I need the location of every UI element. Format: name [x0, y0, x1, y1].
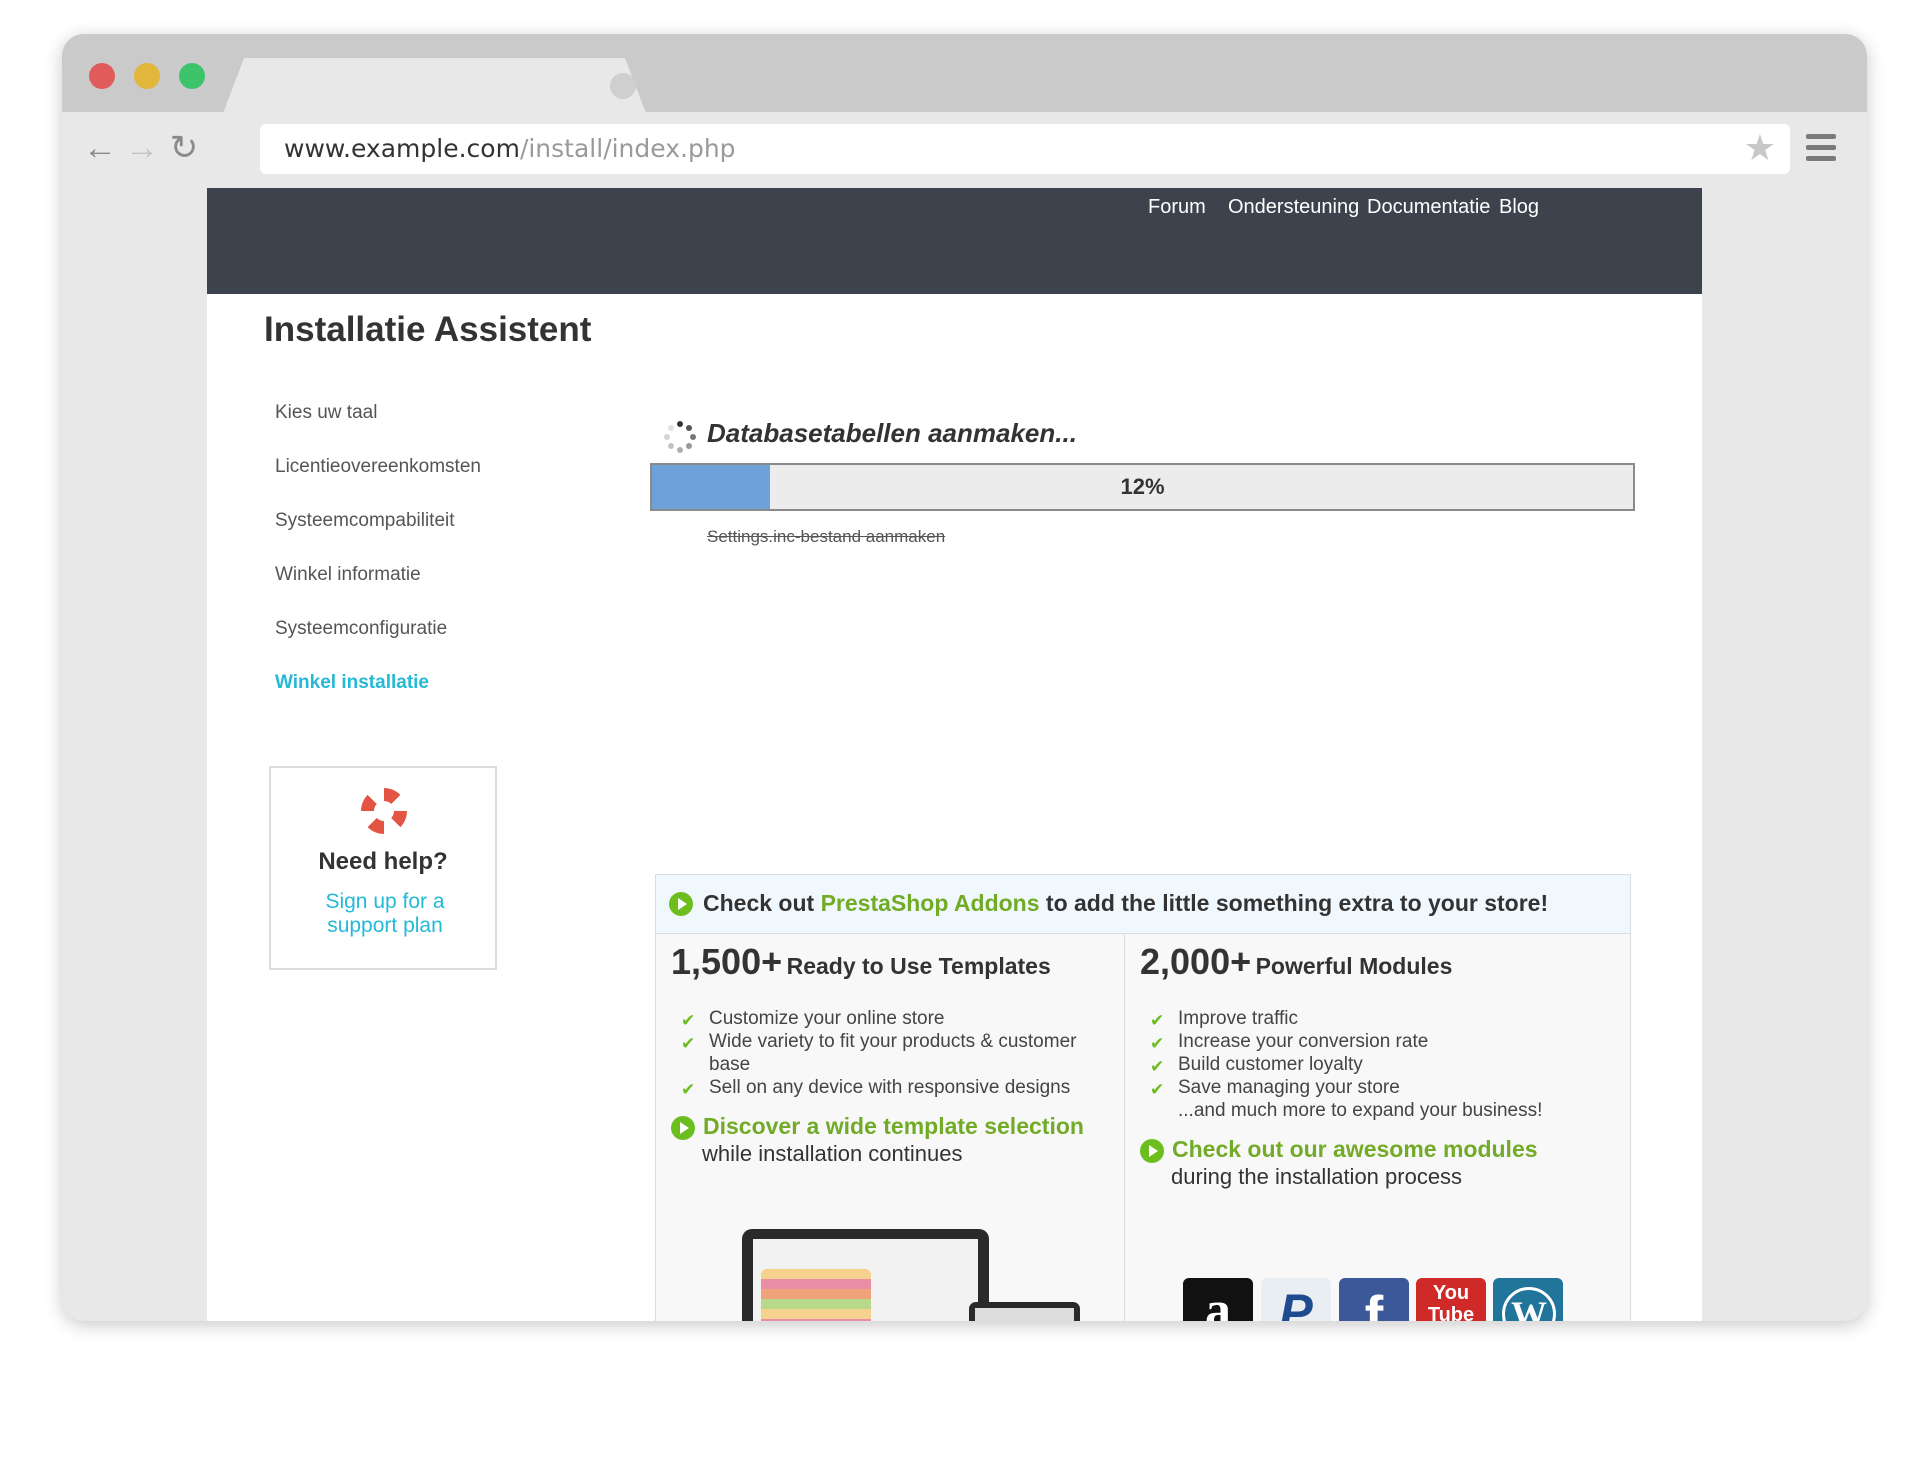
feature-text: Build customer loyalty — [1178, 1054, 1363, 1075]
facebook-icon: f — [1339, 1278, 1409, 1321]
modules-cta-sub: during the installation process — [1171, 1164, 1463, 1189]
check-icon: ✔ — [1150, 1057, 1165, 1076]
feature-text: Increase your conversion rate — [1178, 1031, 1429, 1052]
nav-link-support[interactable]: Ondersteuning — [1228, 196, 1359, 219]
templates-features: ✔ Customize your online store ✔ Wide varie… — [681, 1007, 1101, 1099]
list-item: ✔ Sell on any device with responsive desi… — [681, 1076, 1101, 1099]
spinner-icon — [664, 421, 696, 453]
templates-column: 1,500+ Ready to Use Templates ✔ Customize… — [656, 933, 1125, 1321]
reload-icon[interactable]: ↻ — [164, 128, 204, 168]
help-title: Need help? — [318, 848, 448, 875]
progress-percent: 12% — [1120, 474, 1165, 499]
check-icon: ✔ — [1150, 1034, 1165, 1053]
lifebuoy-icon — [361, 788, 407, 834]
star-icon[interactable]: ★ — [1744, 128, 1776, 168]
close-window-button[interactable] — [89, 63, 115, 89]
check-icon: ✔ — [681, 1034, 696, 1053]
page-title: Installatie Assistent — [264, 310, 592, 349]
step-language: Kies uw taal — [275, 402, 378, 423]
completed-step: Settings.inc-bestand aanmaken — [707, 527, 946, 546]
nav-link-forum[interactable]: Forum — [1148, 196, 1206, 219]
maximize-window-button[interactable] — [179, 63, 205, 89]
modules-count: 2,000+ — [1140, 941, 1252, 982]
modules-cta-link[interactable]: Check out our awesome modules — [1172, 1136, 1538, 1163]
feature-text: ...and much more to expand your business… — [1178, 1100, 1543, 1121]
modules-heading: 2,000+ Powerful Modules — [1140, 941, 1452, 983]
url-text: www.example.com/install/index.php — [284, 134, 736, 163]
amazon-icon: a — [1183, 1278, 1253, 1321]
tab-close-icon[interactable] — [610, 73, 636, 99]
play-icon — [671, 1116, 695, 1140]
minimize-window-button[interactable] — [134, 63, 160, 89]
modules-column: 2,000+ Powerful Modules ✔ Improve traffic… — [1125, 933, 1593, 1321]
play-icon — [1140, 1139, 1164, 1163]
feature-text: Customize your online store — [709, 1008, 945, 1029]
url-path: /install/index.php — [519, 134, 736, 163]
list-item: ✔ Wide variety to fit your products & cus… — [681, 1030, 1101, 1076]
step-store-install: Winkel installatie — [275, 672, 429, 693]
templates-cta-link[interactable]: Discover a wide template selection — [703, 1113, 1084, 1140]
step-system-config: Systeemconfiguratie — [275, 618, 448, 639]
wordpress-icon: W — [1493, 1278, 1563, 1321]
list-item: ✔ Customize your online store — [681, 1007, 1101, 1030]
browser-tab[interactable] — [222, 58, 647, 116]
arrow-left-icon[interactable]: ← — [80, 128, 120, 168]
youtube-icon: You Tube — [1416, 1278, 1486, 1321]
wordpress-letter: W — [1502, 1287, 1556, 1321]
promo-header: Check out PrestaShop Addons to add the l… — [656, 875, 1630, 934]
list-item: ...and much more to expand your business… — [1150, 1099, 1570, 1122]
feature-text: Sell on any device with responsive desig… — [709, 1077, 1071, 1098]
step-store-info: Winkel informatie — [275, 564, 421, 585]
templates-heading: 1,500+ Ready to Use Templates — [671, 941, 1051, 983]
promo-headline-pre: Check out — [703, 890, 821, 916]
feature-text: Wide variety to fit your products & cust… — [709, 1031, 1077, 1075]
page-viewport: Forum Ondersteuning Documentatie Blog In… — [207, 188, 1702, 1321]
help-box: Need help? Sign up for a support plan — [269, 766, 497, 970]
nav-link-documentation[interactable]: Documentatie — [1367, 196, 1490, 219]
step-compatibility: Systeemcompabiliteit — [275, 510, 455, 531]
templates-count: 1,500+ — [671, 941, 783, 982]
top-navigation: Forum Ondersteuning Documentatie Blog — [207, 188, 1702, 294]
device-mockup-image — [742, 1229, 1080, 1321]
arrow-right-icon[interactable]: → — [122, 128, 162, 168]
modules-label: Powerful Modules — [1255, 953, 1453, 979]
check-icon: ✔ — [681, 1011, 696, 1030]
list-item: ✔ Improve traffic — [1150, 1007, 1570, 1030]
tablet-image — [969, 1302, 1080, 1321]
addons-promo: Check out PrestaShop Addons to add the l… — [655, 874, 1631, 1321]
feature-text: Improve traffic — [1178, 1008, 1299, 1029]
templates-label: Ready to Use Templates — [786, 953, 1051, 979]
feature-text: Save managing your store — [1178, 1077, 1400, 1098]
check-icon: ✔ — [681, 1080, 696, 1099]
paypal-icon: P — [1261, 1278, 1331, 1321]
address-bar[interactable]: www.example.com/install/index.php ★ — [260, 124, 1790, 174]
promo-headline: Check out PrestaShop Addons to add the l… — [703, 890, 1548, 917]
list-item: ✔ Build customer loyalty — [1150, 1053, 1570, 1076]
modules-features: ✔ Improve traffic ✔ Increase your conversi… — [1150, 1007, 1570, 1122]
addons-link[interactable]: PrestaShop Addons — [821, 890, 1040, 916]
browser-toolbar: ← → ↻ www.example.com/install/index.php … — [62, 112, 1867, 190]
browser-window: ← → ↻ www.example.com/install/index.php … — [62, 34, 1867, 1321]
play-icon — [669, 892, 693, 916]
nav-link-blog[interactable]: Blog — [1499, 196, 1539, 219]
list-item: ✔ Increase your conversion rate — [1150, 1030, 1570, 1053]
progress-bar: 12% — [650, 463, 1635, 511]
hamburger-menu-icon[interactable] — [1806, 134, 1836, 164]
promo-headline-post: to add the little something extra to you… — [1039, 890, 1549, 916]
check-icon: ✔ — [1150, 1080, 1165, 1099]
progress-title: Databasetabellen aanmaken... — [707, 418, 1077, 448]
url-host: www.example.com — [284, 134, 520, 163]
templates-cta-sub: while installation continues — [702, 1141, 963, 1166]
laptop-image — [742, 1229, 989, 1321]
installation-steps: Kies uw taal Licentieovereenkomsten Syst… — [275, 402, 481, 726]
step-license: Licentieovereenkomsten — [275, 456, 481, 477]
check-icon: ✔ — [1150, 1011, 1165, 1030]
list-item: ✔ Save managing your store — [1150, 1076, 1570, 1099]
title-bar — [62, 34, 1867, 112]
support-plan-link[interactable]: Sign up for a support plan — [311, 890, 459, 938]
macarons-image — [761, 1269, 871, 1321]
